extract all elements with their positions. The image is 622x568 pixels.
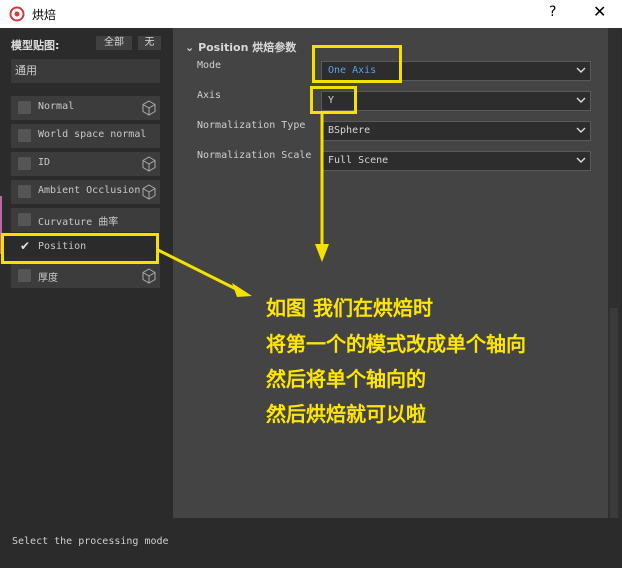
position-highlight-box xyxy=(1,233,159,264)
annotation-line-4: 然后烘焙就可以啦 xyxy=(266,402,426,426)
mode-highlight-box xyxy=(312,45,402,83)
cube-icon[interactable] xyxy=(141,184,157,200)
checkbox[interactable] xyxy=(18,101,31,114)
cube-icon[interactable] xyxy=(141,100,157,116)
normalization-type-value: BSphere xyxy=(328,125,371,136)
maps-label: 模型贴图: xyxy=(11,39,60,52)
map-item-label: ID xyxy=(38,157,51,168)
section-title: Position 烘焙参数 xyxy=(198,41,297,54)
normalization-scale-dropdown[interactable]: Full Scene xyxy=(321,151,591,171)
map-item-id[interactable]: ID xyxy=(11,152,160,176)
chevron-down-icon xyxy=(576,157,586,163)
title-bar: 烘焙 ? ✕ xyxy=(0,0,622,28)
checkbox[interactable] xyxy=(18,185,31,198)
map-list-panel: 模型贴图: 全部 无 通用 Normal World space normal … xyxy=(0,28,170,518)
app-logo-icon xyxy=(9,6,25,22)
common-group-header[interactable]: 通用 xyxy=(11,59,160,83)
checkbox[interactable] xyxy=(18,157,31,170)
axis-dropdown[interactable]: Y xyxy=(321,91,591,111)
cube-icon[interactable] xyxy=(141,268,157,284)
map-item-curvature[interactable]: Curvature 曲率 xyxy=(11,208,160,232)
chevron-down-icon xyxy=(576,67,586,73)
map-item-label: World space normal xyxy=(38,129,147,140)
chevron-down-icon xyxy=(576,127,586,133)
map-item-ambient-occlusion[interactable]: Ambient Occlusion xyxy=(11,180,160,204)
annotation-line-2: 将第一个的模式改成单个轴向 xyxy=(266,332,526,356)
checkbox[interactable] xyxy=(18,213,31,226)
scrollbar[interactable] xyxy=(608,28,620,518)
annotation-line-1: 如图 我们在烘焙时 xyxy=(266,296,433,320)
normalization-scale-label: Normalization Scale xyxy=(197,150,312,161)
mode-label: Mode xyxy=(197,60,222,71)
chevron-down-icon[interactable]: ⌄ xyxy=(185,41,194,54)
normalization-type-dropdown[interactable]: BSphere xyxy=(321,121,591,141)
axis-highlight-box xyxy=(310,86,357,114)
map-item-label: 厚度 xyxy=(38,273,58,284)
normalization-scale-value: Full Scene xyxy=(328,155,389,166)
axis-label: Axis xyxy=(197,90,222,101)
checkbox[interactable] xyxy=(18,129,31,142)
map-item-label: Ambient Occlusion xyxy=(38,185,141,196)
map-item-world-space-normal[interactable]: World space normal xyxy=(11,124,160,148)
chevron-down-icon xyxy=(576,97,586,103)
normalization-type-label: Normalization Type xyxy=(197,120,306,131)
scrollbar-thumb[interactable] xyxy=(610,308,618,518)
map-item-normal[interactable]: Normal xyxy=(11,96,160,120)
checkbox[interactable] xyxy=(18,269,31,282)
map-item-label: Curvature 曲率 xyxy=(38,217,119,228)
help-button[interactable]: ? xyxy=(549,4,556,20)
select-all-button[interactable]: 全部 xyxy=(96,36,132,50)
map-item-label: Normal xyxy=(38,101,75,112)
status-bar: Select the processing mode xyxy=(0,518,622,568)
close-button[interactable]: ✕ xyxy=(593,2,606,21)
cube-icon[interactable] xyxy=(141,156,157,172)
status-text: Select the processing mode xyxy=(12,536,169,547)
annotation-line-3: 然后将单个轴向的 xyxy=(266,367,426,391)
window-title: 烘焙 xyxy=(32,8,57,22)
select-none-button[interactable]: 无 xyxy=(138,36,161,50)
map-item-thickness[interactable]: 厚度 xyxy=(11,264,160,288)
section-header[interactable]: ⌄ Position 烘焙参数 xyxy=(185,39,296,55)
